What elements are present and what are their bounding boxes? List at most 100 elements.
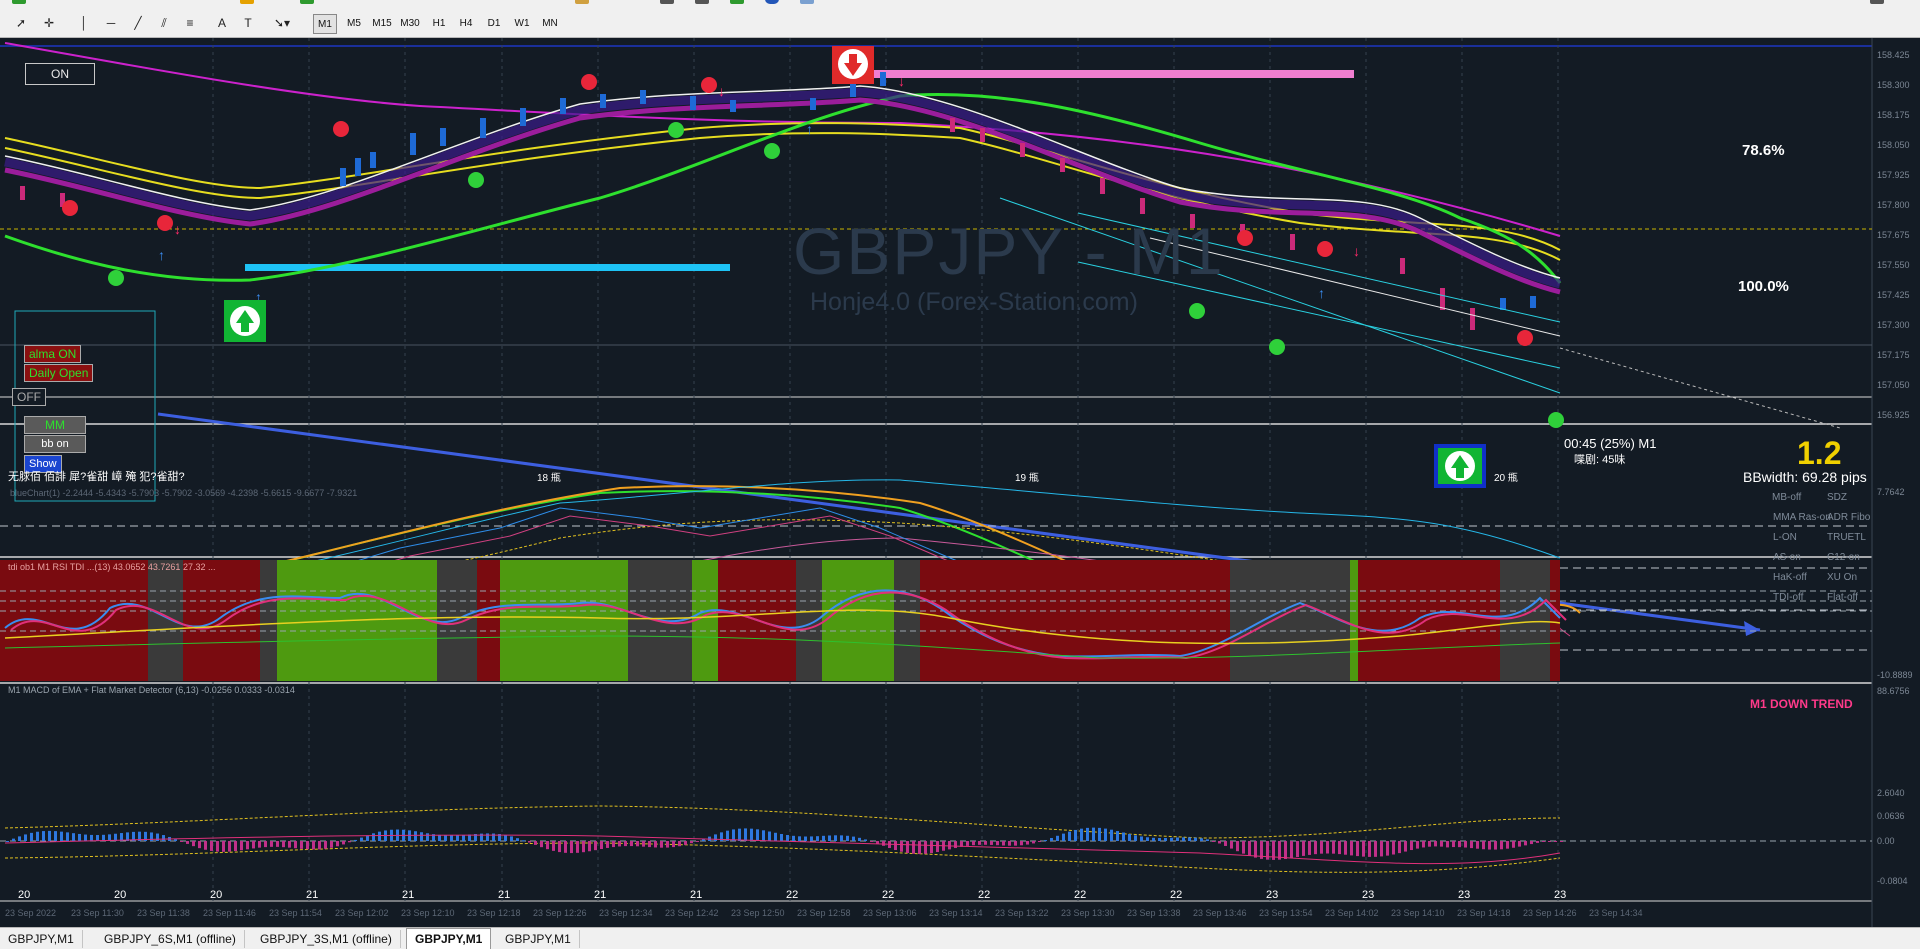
tab-gbpjpy-m1-2[interactable]: GBPJPY,M1 — [497, 930, 580, 948]
macd-bar — [576, 841, 579, 853]
macd-bar — [486, 833, 489, 841]
x-axis-date: 23 Sep 12:26 — [533, 908, 587, 918]
macd-bar — [510, 836, 513, 841]
vertical-line-icon[interactable]: │ — [78, 14, 90, 32]
bb-button[interactable]: bb on — [24, 435, 86, 453]
ind1-label-as[interactable]: AS-on — [1773, 552, 1801, 563]
text-label-icon[interactable]: T — [240, 14, 256, 32]
macd-bar — [546, 841, 549, 850]
tf-h4[interactable]: H4 — [455, 14, 477, 32]
ind1-label-tdi[interactable]: TDI-off — [1773, 592, 1803, 603]
fibonacci-icon[interactable]: ≡ — [182, 14, 198, 32]
ind1-label-flat[interactable]: Flat-off — [1827, 592, 1858, 603]
mm-button[interactable]: MM — [24, 416, 86, 434]
x-axis-date: 23 Sep 13:54 — [1259, 908, 1313, 918]
macd-bar — [318, 841, 321, 850]
macd-bar — [762, 830, 765, 841]
macd-bar — [1020, 841, 1023, 846]
macd-bar — [1452, 841, 1455, 848]
horizontal-line-icon[interactable]: ─ — [103, 14, 119, 32]
macd-bar — [90, 834, 93, 841]
ind1-label-sdz[interactable]: SDZ — [1827, 492, 1847, 503]
day-label-18: 18 甁 — [537, 473, 561, 484]
macd-bar — [1494, 841, 1497, 850]
x-axis-date: 23 Sep 12:02 — [335, 908, 389, 918]
macd-bar — [1098, 827, 1101, 841]
macd-bar — [954, 841, 957, 849]
macd-bar — [594, 841, 597, 851]
x-axis-label: 20 — [114, 889, 127, 901]
macd-bar — [1200, 838, 1203, 841]
channel-icon[interactable]: ⫽ — [156, 14, 172, 32]
macd-bar — [1182, 837, 1185, 841]
watermark-symbol: GBPJPY - M1 — [793, 214, 1225, 288]
tab-gbpjpy-3s[interactable]: GBPJPY_3S,M1 (offline) — [252, 930, 401, 948]
text-icon[interactable]: A — [214, 14, 230, 32]
x-axis-date: 23 Sep 13:22 — [995, 908, 1049, 918]
off-button[interactable]: OFF — [12, 388, 46, 406]
price-label: 158.050 — [1877, 140, 1910, 150]
cursor-icon[interactable]: ➚ — [12, 14, 30, 32]
ind1-label-hak[interactable]: HaK-off — [1773, 572, 1807, 583]
tf-d1[interactable]: D1 — [483, 14, 505, 32]
chart-area[interactable]: ↑ ↑ ↑ ↑ ↓ ↓ ↓ ↓ ON GBPJPY - M1 Honje4.0 … — [0, 38, 1920, 927]
macd-bar — [1290, 841, 1293, 859]
market-watch-icon[interactable] — [300, 0, 314, 4]
ind1-label-lon[interactable]: L-ON — [1773, 532, 1797, 543]
macd-bar — [78, 833, 81, 841]
macd-bar — [444, 835, 447, 841]
on-button[interactable]: ON — [25, 63, 95, 85]
auto-scroll-icon[interactable] — [730, 0, 744, 4]
daily-open-button[interactable]: Daily Open — [24, 364, 94, 382]
crosshair-icon[interactable]: ✛ — [40, 14, 58, 32]
macd-bar — [1374, 841, 1377, 857]
big-number: 1.2 — [1797, 435, 1842, 471]
help-icon[interactable] — [765, 0, 779, 4]
x-axis-date: 23 Sep 12:58 — [797, 908, 851, 918]
tf-m30[interactable]: M30 — [397, 14, 423, 32]
x-axis-date: 23 Sep 11:54 — [269, 908, 322, 918]
templates-icon[interactable] — [240, 0, 254, 4]
macd-bar — [162, 835, 165, 841]
macd-bar — [156, 833, 159, 841]
navigator-icon[interactable] — [575, 0, 589, 4]
ind1-label-mb[interactable]: MB-off — [1772, 492, 1801, 503]
ind2-scale-bottom: 2.6040 — [1877, 788, 1905, 798]
tf-mn[interactable]: MN — [538, 14, 562, 32]
alma-toggle-button[interactable]: alma ON — [24, 345, 82, 363]
ind1-label-truetl[interactable]: TRUETL — [1827, 532, 1866, 543]
chart-tabs: GBPJPY,M1 GBPJPY_6S,M1 (offline) GBPJPY_… — [0, 927, 1920, 949]
window-control-icon[interactable] — [1870, 0, 1884, 4]
properties-icon[interactable] — [800, 0, 814, 4]
macd-bar — [42, 831, 45, 841]
panel-status-text: 无脙佰 佰誹 犀?雀甜 嶂 殗 犯?雀甜? — [8, 471, 185, 483]
tf-m15[interactable]: M15 — [369, 14, 395, 32]
macd-bar — [12, 838, 15, 841]
tf-w1[interactable]: W1 — [511, 14, 533, 32]
tf-m1[interactable]: M1 — [313, 14, 337, 34]
macd-bar — [1242, 841, 1245, 854]
x-axis-date: 23 Sep 14:34 — [1589, 908, 1643, 918]
macd-bar — [324, 841, 327, 849]
tab-gbpjpy-m1-active[interactable]: GBPJPY,M1 — [406, 928, 492, 949]
x-axis-date: 23 Sep 13:30 — [1061, 908, 1115, 918]
price-label: 157.800 — [1877, 200, 1910, 210]
tf-h1[interactable]: H1 — [428, 14, 450, 32]
ind1-label-c12[interactable]: C12-on — [1827, 552, 1860, 563]
zoom-in-icon[interactable] — [660, 0, 674, 4]
macd-bar — [630, 841, 633, 847]
zoom-out-icon[interactable] — [695, 0, 709, 4]
new-chart-icon[interactable] — [12, 0, 26, 4]
ind1-label-mma[interactable]: MMA Ras-on — [1773, 512, 1831, 523]
macd-bar — [1014, 841, 1017, 846]
ind1-label-xu[interactable]: XU On — [1827, 572, 1857, 583]
macd-bar — [1002, 841, 1005, 846]
trendline-icon[interactable]: ╱ — [130, 14, 146, 32]
tf-m5[interactable]: M5 — [343, 14, 365, 32]
arrows-menu-icon[interactable]: ➘▾ — [268, 14, 296, 32]
tab-gbpjpy-6s[interactable]: GBPJPY_6S,M1 (offline) — [96, 930, 245, 948]
macd-bar — [1542, 841, 1545, 842]
macd-bar — [570, 841, 573, 854]
ind1-label-adr[interactable]: ADR Fibo — [1827, 512, 1870, 523]
tab-gbpjpy-m1[interactable]: GBPJPY,M1 — [0, 930, 83, 948]
